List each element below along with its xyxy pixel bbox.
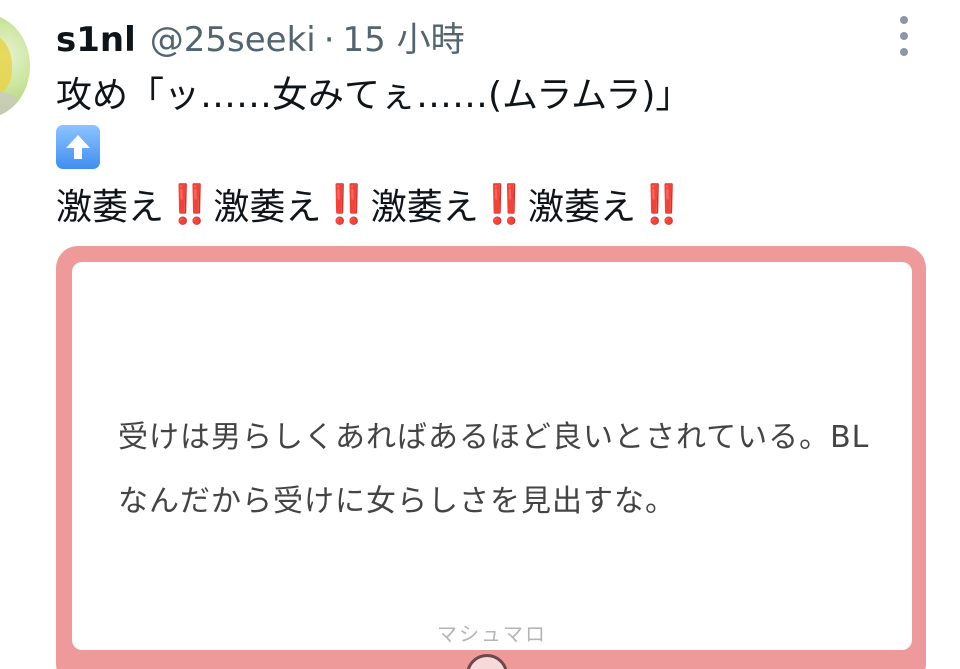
tweet-header: s1nl @25seeki · 15 小時 (56, 12, 465, 60)
double-exclamation-icon: ‼️ (323, 181, 370, 226)
user-handle[interactable]: @25seeki (150, 20, 316, 60)
tweet: s1nl @25seeki · 15 小時 攻め「ッ……女みてぇ……(ムラムラ)… (0, 0, 960, 669)
more-dot-icon (900, 48, 908, 56)
brand-label: マシュマロ (437, 622, 547, 646)
question-text: 受けは男らしくあればあるほど良いとされている。BLなんだから受けに女らしさを見出… (118, 420, 870, 519)
repeat-word: 激萎え (528, 187, 637, 228)
display-name[interactable]: s1nl (56, 20, 136, 60)
more-options-button[interactable] (894, 16, 914, 56)
repeat-word: 激萎え (213, 187, 322, 228)
double-exclamation-icon: ‼️ (638, 181, 685, 226)
avatar[interactable] (0, 14, 30, 118)
repeat-word: 激萎え (56, 187, 165, 228)
tweet-text-line-3: 激萎え ‼️ 激萎え ‼️ 激萎え ‼️ 激萎え ‼️ (56, 178, 685, 230)
tweet-text-line-1: 攻め「ッ……女みてぇ……(ムラムラ)」 (56, 75, 692, 116)
double-exclamation-icon: ‼️ (166, 181, 213, 226)
timestamp[interactable]: 15 小時 (343, 12, 465, 61)
more-dot-icon (900, 32, 908, 40)
double-exclamation-icon: ‼️ (480, 181, 528, 226)
up-arrow-emoji-icon (56, 125, 100, 169)
marshmallow-card[interactable]: 受けは男らしくあればあるほど良いとされている。BLなんだから受けに女らしさを見出… (56, 246, 926, 669)
tweet-meta: @25seeki · 15 小時 (150, 12, 465, 61)
card-content: 受けは男らしくあればあるほど良いとされている。BLなんだから受けに女らしさを見出… (72, 262, 912, 650)
separator-dot: · (323, 20, 335, 60)
more-dot-icon (900, 16, 908, 24)
repeat-word: 激萎え (370, 187, 479, 228)
marshmallow-logo-icon (466, 654, 508, 669)
